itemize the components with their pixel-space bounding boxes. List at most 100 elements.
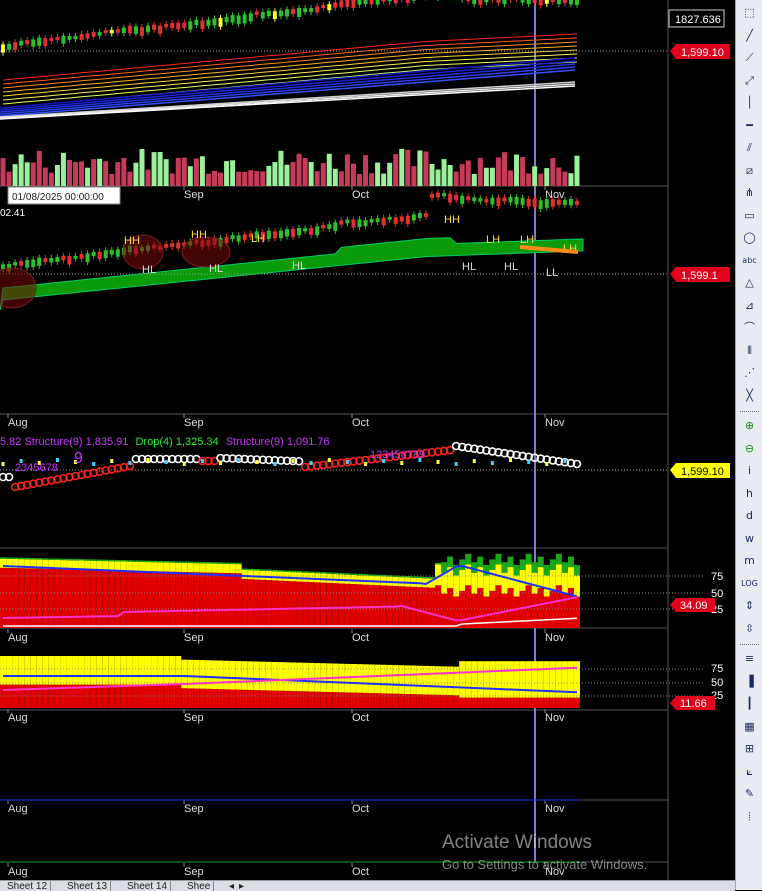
pane2-candle	[472, 197, 476, 200]
pane1-volume-bar	[381, 174, 386, 186]
pane4-yellow-bar	[193, 563, 199, 572]
pane5-red-bar	[254, 690, 260, 708]
pane4-green-bar	[574, 565, 580, 576]
pane5-red-bar	[302, 691, 308, 708]
monthly-icon[interactable]: m	[739, 552, 760, 570]
pane1-volume-bar	[49, 173, 54, 186]
cycles-icon[interactable]: ⦀	[739, 342, 760, 360]
pane1-volume-bar	[556, 167, 561, 186]
columns-icon[interactable]: ⦙	[739, 808, 760, 826]
fan-icon[interactable]: ⟀	[739, 763, 760, 781]
pane4-red-bar	[356, 584, 362, 628]
candles-icon[interactable]: ┃	[739, 695, 760, 713]
pane5-yellow-bar	[308, 663, 314, 692]
italic-icon[interactable]: i	[739, 462, 760, 480]
pane1-volume-bar	[520, 157, 525, 186]
vertical-line-icon[interactable]: │	[739, 94, 760, 112]
arc-icon[interactable]: ⌒	[739, 319, 760, 337]
pane5-yellow-bar	[211, 660, 217, 689]
pane1-volume-bar	[357, 174, 362, 186]
parallel-lines-icon[interactable]: ⫽	[739, 139, 760, 157]
pane3-mini-bar	[527, 460, 530, 464]
pane1-candle	[182, 23, 186, 28]
pane5-yellow-bar	[79, 656, 85, 685]
pane4-green-bar	[66, 559, 72, 560]
pane1-volume-bar	[146, 170, 151, 186]
pane5-red-bar	[423, 694, 429, 708]
zoom-out-icon[interactable]: ⊖	[739, 440, 760, 458]
pane1-candle	[122, 28, 126, 33]
pane1-candle	[164, 24, 168, 27]
pane5-yellow-bar	[121, 656, 127, 685]
pane1-candle	[25, 40, 29, 44]
pane2-candle	[376, 218, 380, 222]
pattern-icon[interactable]: ⋰	[739, 364, 760, 382]
pane4-green-bar	[520, 559, 526, 570]
pane4-red-bar	[544, 597, 550, 629]
pane2-candle	[98, 252, 102, 259]
horizontal-line-icon[interactable]: ━	[739, 117, 760, 135]
bars-icon[interactable]: ▐	[739, 673, 760, 691]
weekly-icon[interactable]: w	[739, 530, 760, 548]
ray-icon[interactable]: ⟋	[739, 49, 760, 67]
pane4-green-bar	[163, 561, 169, 562]
expand-icon[interactable]: ⇕	[739, 597, 760, 615]
pen-icon[interactable]: ✎	[739, 785, 760, 803]
pane1-candle	[7, 44, 11, 50]
grid-icon[interactable]: ▦	[739, 718, 760, 736]
pane1-candle	[31, 39, 35, 46]
pane4-red-bar	[344, 584, 350, 628]
pane2-candle	[406, 216, 410, 224]
month-label-nov: Nov	[545, 712, 565, 724]
fibonacci-icon[interactable]: ⊿	[739, 297, 760, 315]
pane2-candle	[575, 201, 579, 205]
pane2-candle	[460, 196, 464, 204]
pane4-red-bar	[193, 572, 199, 628]
pane5-yellow-bar	[465, 661, 471, 697]
pane1-candle	[49, 38, 53, 41]
channel-icon[interactable]: ⧄	[739, 162, 760, 180]
pane1-candle	[128, 26, 132, 34]
pane3-mini-bar	[328, 458, 331, 462]
table-icon[interactable]: ⊞	[739, 740, 760, 758]
ellipse-icon[interactable]: ◯	[739, 229, 760, 247]
zoom-in-icon[interactable]: ⊕	[739, 417, 760, 435]
rectangle-icon[interactable]: ▭	[739, 207, 760, 225]
pane2-candle	[321, 225, 325, 228]
pane5-red-bar	[230, 689, 236, 708]
text-icon[interactable]: abc	[739, 252, 760, 270]
pane2-swing-label-hl: HL	[142, 264, 156, 276]
pane5-yellow-bar	[489, 661, 495, 697]
pane2-price-tag: 1,599.1	[670, 267, 730, 282]
pane1-volume-bar	[321, 163, 326, 186]
hourly-icon[interactable]: h	[739, 485, 760, 503]
gann-icon[interactable]: ╳	[739, 387, 760, 405]
pane2-candle	[164, 244, 168, 248]
pane4-green-bar	[302, 571, 308, 572]
layers-icon[interactable]: ≡	[739, 650, 760, 668]
pane2-candle	[297, 228, 301, 235]
pane5-yellow-bar	[24, 656, 30, 685]
daily-icon[interactable]: d	[739, 507, 760, 525]
triangle-icon[interactable]: △	[739, 274, 760, 292]
pane1-volume-bar	[405, 150, 410, 186]
extended-line-icon[interactable]: ⤢	[739, 72, 760, 90]
cursor-icon[interactable]: ⬚	[739, 4, 760, 22]
pane4-green-bar	[508, 557, 514, 568]
fit-icon[interactable]: ⇳	[739, 620, 760, 638]
pane4-red-bar	[453, 597, 459, 629]
pane4-red-bar	[532, 594, 538, 628]
pane1-volume-bar	[284, 165, 289, 186]
chart-area[interactable]: AugSepOctNovAugSepOctNovAugSepOctNovAugS…	[0, 0, 735, 880]
pitchfork-icon[interactable]: ⋔	[739, 184, 760, 202]
pane1-candle	[291, 9, 295, 14]
pane2-candle	[351, 219, 355, 227]
line-icon[interactable]: ╱	[739, 27, 760, 45]
pane4-yellow-bar	[157, 562, 163, 571]
log-icon[interactable]: LOG	[739, 575, 760, 593]
pane5-red-bar	[483, 698, 489, 708]
pane4-red-bar	[272, 580, 278, 628]
pane1-volume-bar	[236, 172, 241, 186]
pane3-mini-bar	[165, 460, 168, 464]
pane1-candle	[176, 23, 180, 30]
